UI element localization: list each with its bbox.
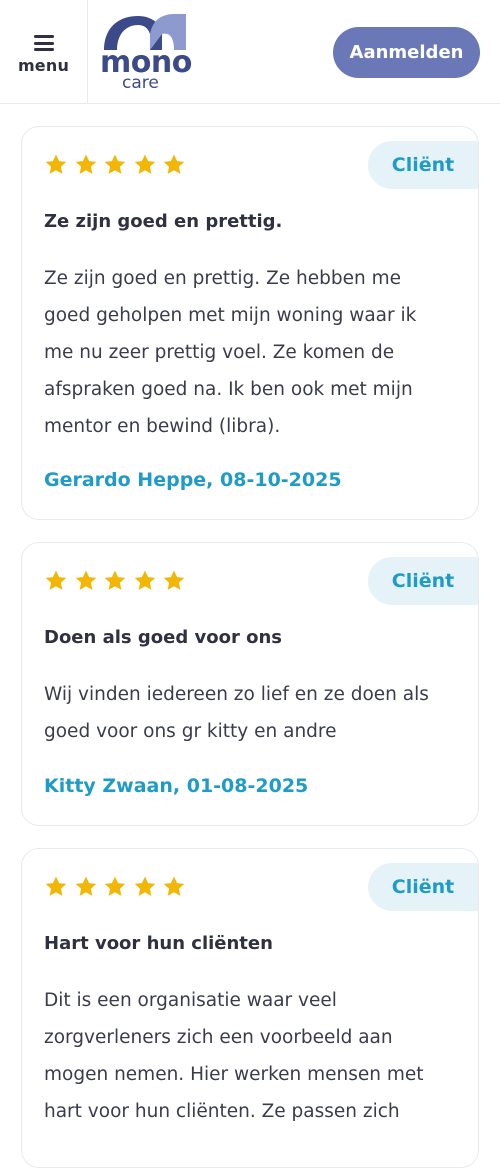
star-icon bbox=[45, 154, 67, 174]
star-icon bbox=[75, 876, 96, 896]
review-text-line: Dit is een organisatie waar veel bbox=[44, 990, 337, 1011]
star-icon bbox=[163, 570, 185, 590]
review-text: Ze zijn goed en prettig. Ze hebben me go… bbox=[44, 260, 464, 445]
hamburger-icon bbox=[33, 35, 54, 51]
star-icon bbox=[134, 570, 155, 590]
role-badge: Cliënt bbox=[368, 863, 478, 911]
review-text-line: goed geholpen met mijn woning waar ik bbox=[44, 305, 417, 326]
star-rating bbox=[44, 875, 192, 899]
review-title: Hart voor hun cliënten bbox=[44, 933, 273, 954]
login-button[interactable]: Aanmelden bbox=[333, 27, 480, 78]
star-icon bbox=[75, 570, 96, 590]
star-rating bbox=[44, 569, 192, 593]
review-title: Ze zijn goed en prettig. bbox=[44, 211, 283, 232]
logo[interactable]: mono care bbox=[100, 12, 192, 94]
star-icon bbox=[104, 154, 126, 174]
menu-label: menu bbox=[17, 56, 70, 75]
review-text-line: zorgverleners zich een voorbeeld aan bbox=[44, 1027, 393, 1048]
review-text-line: Ze zijn goed en prettig. Ze hebben me bbox=[44, 268, 401, 289]
review-text-line: me nu zeer prettig voel. Ze komen de bbox=[44, 342, 395, 363]
review-text-line: mentor en bewind (libra). bbox=[44, 416, 281, 437]
star-icon bbox=[45, 570, 67, 590]
star-rating bbox=[44, 153, 192, 177]
role-badge: Cliënt bbox=[368, 557, 478, 605]
menu-button[interactable]: menu bbox=[0, 0, 88, 104]
star-icon bbox=[75, 154, 96, 174]
review-card: Cliënt Hart voor hun cliënten Dit is een… bbox=[21, 848, 479, 1168]
site-header: menu mono care Aanmelden bbox=[0, 0, 500, 104]
review-author: Gerardo Heppe, 08-10-2025 bbox=[44, 469, 342, 491]
review-text-line: mogen nemen. Hier werken mensen met bbox=[44, 1064, 424, 1085]
review-title: Doen als goed voor ons bbox=[44, 627, 283, 648]
star-icon bbox=[163, 876, 185, 896]
review-card: Cliënt Doen als goed voor ons Wij vinden… bbox=[21, 542, 479, 826]
star-icon bbox=[104, 570, 126, 590]
star-icon bbox=[45, 876, 67, 896]
star-icon bbox=[134, 154, 155, 174]
star-icon bbox=[104, 876, 126, 896]
star-icon bbox=[163, 154, 185, 174]
review-author: Kitty Zwaan, 01-08-2025 bbox=[44, 775, 309, 797]
star-icon bbox=[134, 876, 155, 896]
review-text-line: Wij vinden iedereen zo lief en ze doen a… bbox=[44, 684, 429, 705]
review-text: Dit is een organisatie waar veel zorgver… bbox=[44, 982, 464, 1130]
review-card: Cliënt Ze zijn goed en prettig. Ze zijn … bbox=[21, 126, 479, 520]
review-text-line: goed voor ons gr kitty en andre bbox=[44, 721, 337, 742]
role-badge: Cliënt bbox=[368, 141, 478, 189]
review-text: Wij vinden iedereen zo lief en ze doen a… bbox=[44, 676, 464, 750]
logo-text-sub: care bbox=[122, 73, 159, 93]
review-text-line: afspraken goed na. Ik ben ook met mijn bbox=[44, 379, 413, 400]
